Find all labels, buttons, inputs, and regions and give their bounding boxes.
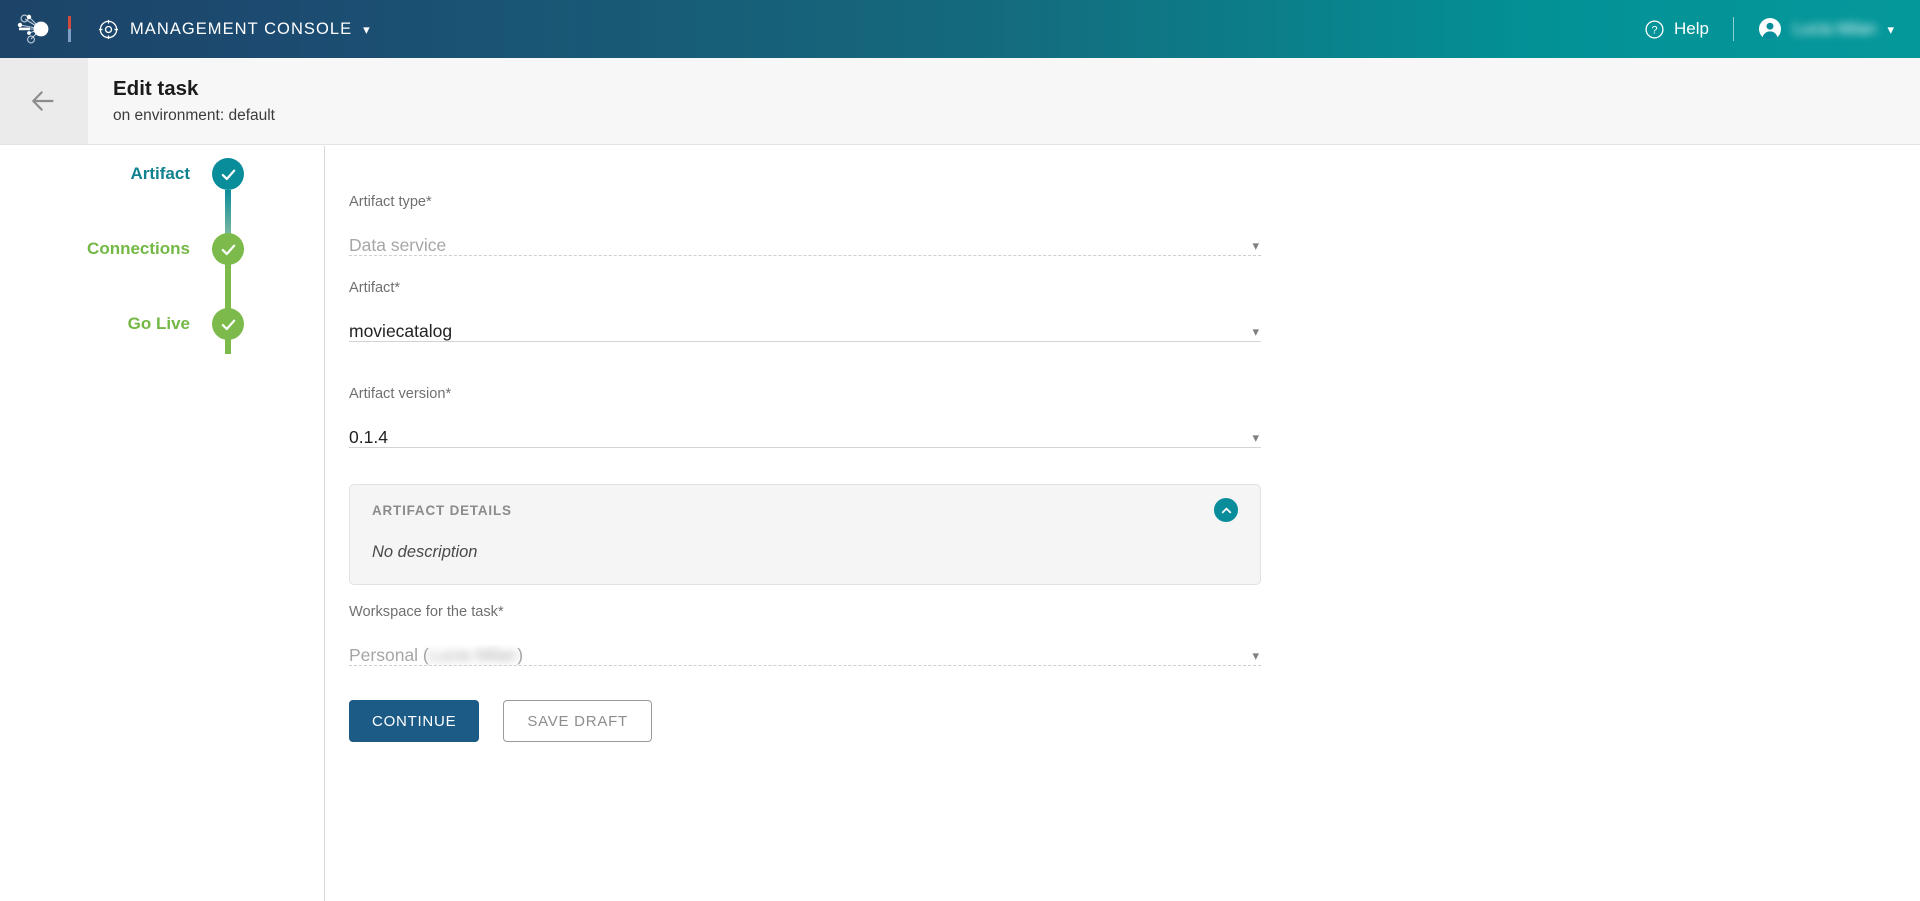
user-avatar-icon — [1759, 18, 1781, 41]
artifact-details-panel: ARTIFACT DETAILS No description — [349, 484, 1261, 585]
check-icon — [221, 319, 235, 330]
workspace-value-suffix: ) — [517, 645, 524, 665]
artifact-type-field[interactable]: Artifact type* Data service ▾ — [349, 194, 1261, 256]
network-nodes-logo-icon — [17, 14, 49, 44]
management-console-label: MANAGEMENT CONSOLE — [130, 19, 353, 38]
workspace-value-redacted: Lucia Milan — [428, 645, 518, 665]
top-header-bar: MANAGEMENT CONSOLE ▾ ? Help Lucia Milan … — [0, 0, 1920, 58]
help-button[interactable]: ? Help — [1644, 19, 1709, 40]
artifact-details-collapse-button[interactable] — [1214, 498, 1238, 522]
chevron-down-icon: ▾ — [1252, 324, 1259, 339]
chevron-down-icon: ▾ — [1252, 648, 1259, 663]
back-button[interactable] — [0, 58, 88, 144]
compass-target-icon — [98, 19, 119, 39]
page-subheader: Edit task on environment: default — [0, 58, 1920, 145]
artifact-type-label: Artifact type* — [349, 194, 432, 210]
artifact-underline — [349, 341, 1261, 342]
logo-divider — [68, 16, 71, 42]
artifact-version-select[interactable]: 0.1.4 ▾ — [349, 418, 1261, 448]
artifact-type-underline — [349, 255, 1261, 256]
step-status-artifact — [212, 158, 244, 190]
artifact-label: Artifact* — [349, 280, 401, 296]
step-status-go-live — [212, 308, 244, 340]
chevron-down-icon: ▾ — [1252, 238, 1259, 253]
step-label-artifact: Artifact — [130, 164, 190, 183]
header-separator — [1733, 17, 1734, 41]
sidebar-item-artifact[interactable]: Artifact — [0, 158, 324, 190]
workspace-select[interactable]: Personal (Lucia Milan) ▾ — [349, 636, 1261, 666]
continue-button[interactable]: CONTINUE — [349, 700, 480, 742]
artifact-version-label: Artifact version* — [349, 386, 452, 402]
user-name-label: Lucia Milan — [1793, 19, 1877, 38]
svg-text:?: ? — [1651, 24, 1657, 36]
arrow-left-icon — [32, 91, 54, 111]
artifact-field[interactable]: Artifact* moviecatalog ▾ — [349, 280, 1261, 342]
form-actions: CONTINUE SAVE DRAFT — [349, 700, 652, 742]
sidebar-item-go-live[interactable]: Go Live — [0, 308, 324, 340]
page-heading-group: Edit task on environment: default — [88, 58, 275, 144]
page-title: Edit task — [113, 76, 199, 100]
chevron-down-icon: ▾ — [1252, 430, 1259, 445]
artifact-version-field[interactable]: Artifact version* 0.1.4 ▾ — [349, 386, 1261, 448]
step-status-connections — [212, 233, 244, 265]
artifact-details-body: No description — [372, 543, 478, 561]
workspace-label: Workspace for the task* — [349, 604, 504, 620]
chevron-up-icon — [1221, 507, 1231, 513]
help-label: Help — [1674, 19, 1709, 38]
workspace-value-prefix: Personal ( — [349, 645, 429, 665]
step-label-connections: Connections — [87, 239, 190, 258]
workspace-field[interactable]: Workspace for the task* Personal (Lucia … — [349, 604, 1261, 666]
artifact-value: moviecatalog — [349, 321, 453, 341]
chevron-down-icon: ▾ — [363, 21, 370, 37]
workspace-value: Personal (Lucia Milan) — [349, 645, 1252, 666]
question-circle-icon: ? — [1645, 19, 1664, 39]
artifact-type-value: Data service — [349, 235, 447, 255]
check-icon — [221, 244, 235, 255]
content-divider — [324, 146, 325, 901]
check-icon — [221, 169, 235, 180]
app-logo[interactable] — [0, 0, 68, 58]
artifact-details-title: ARTIFACT DETAILS — [372, 502, 512, 518]
artifact-version-value: 0.1.4 — [349, 427, 388, 447]
artifact-type-select[interactable]: Data service ▾ — [349, 226, 1261, 256]
step-label-go-live: Go Live — [127, 314, 190, 333]
artifact-version-underline — [349, 447, 1261, 448]
chevron-down-icon: ▾ — [1887, 21, 1894, 37]
management-console-menu[interactable]: MANAGEMENT CONSOLE ▾ — [98, 19, 370, 40]
sidebar-item-connections[interactable]: Connections — [0, 233, 324, 265]
user-menu[interactable]: Lucia Milan ▾ — [1758, 17, 1894, 41]
artifact-details-header[interactable]: ARTIFACT DETAILS — [350, 485, 1260, 535]
page-body: Artifact Connections Go Live Artifact ty… — [0, 146, 1920, 901]
page-subtitle: on environment: default — [113, 107, 275, 125]
save-draft-button[interactable]: SAVE DRAFT — [503, 700, 652, 742]
workspace-underline — [349, 665, 1261, 666]
artifact-select[interactable]: moviecatalog ▾ — [349, 312, 1261, 342]
